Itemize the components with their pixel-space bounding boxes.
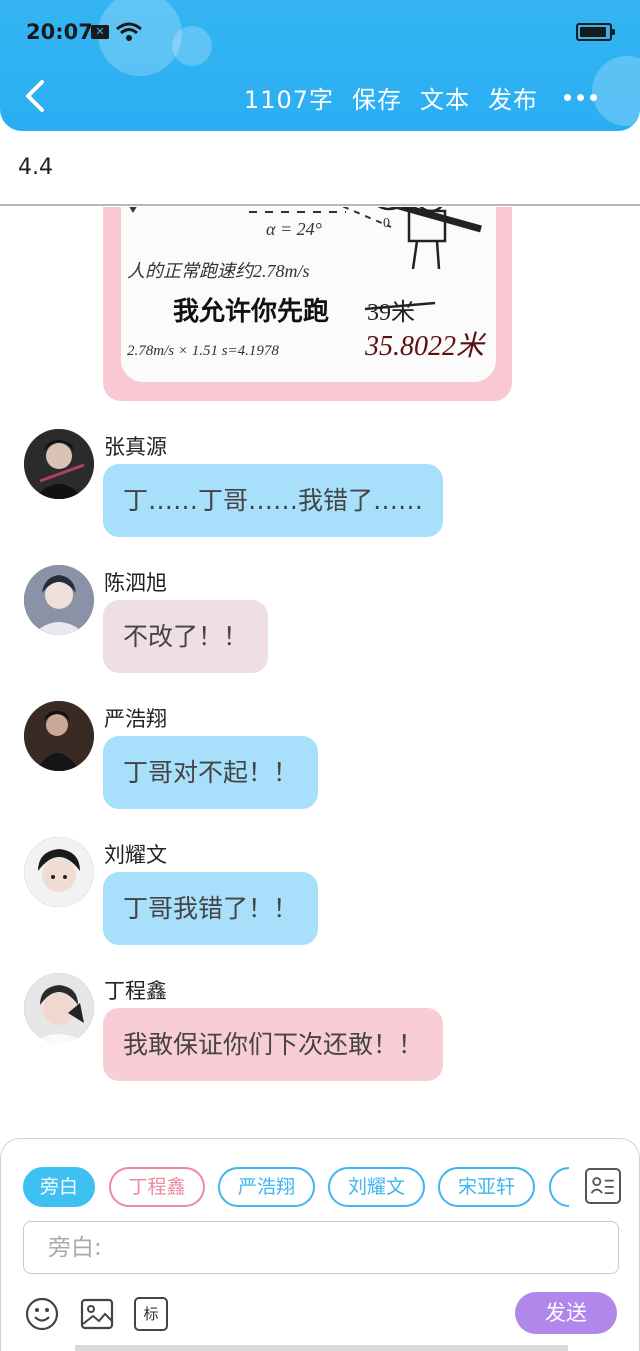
calc-note: 2.78m/s × 1.51 s=4.1978 [127, 343, 279, 359]
compose-panel: 旁白 丁程鑫 严浩翔 刘耀文 宋亚轩 张 标 发送 [0, 1138, 640, 1351]
role-chip[interactable]: 宋亚轩 [438, 1167, 535, 1207]
speed-note: 人的正常跑速约2.78m/s [127, 261, 310, 281]
sender-name: 张真源 [104, 435, 167, 459]
sender-name: 严浩翔 [104, 707, 167, 731]
status-time: 20:07 [26, 20, 93, 44]
toolbar: 1107字 保存 文本 发布 [244, 80, 538, 115]
role-chip[interactable]: 刘耀文 [328, 1167, 425, 1207]
stick-figure-drawing: mg α = 24° 0 人的正常跑速约2.78m/s 我允许你先跑 39米 [127, 207, 487, 362]
message-bubble[interactable]: 我敢保证你们下次还敢！！ [103, 1008, 444, 1081]
message-bubble[interactable]: 不改了！！ [103, 600, 269, 673]
emoji-icon[interactable] [25, 1297, 59, 1331]
more-icon[interactable] [562, 94, 598, 102]
role-chip-narration[interactable]: 旁白 [23, 1167, 95, 1207]
role-chip[interactable]: 丁程鑫 [109, 1167, 205, 1207]
story-title-row[interactable]: 4.4 [0, 131, 640, 206]
text-button[interactable]: 文本 [420, 80, 470, 115]
send-button[interactable]: 发送 [515, 1292, 617, 1334]
role-selector: 旁白 丁程鑫 严浩翔 刘耀文 宋亚轩 张 [23, 1167, 569, 1207]
message-input-box [23, 1221, 619, 1274]
sticker-image: mg α = 24° 0 人的正常跑速约2.78m/s 我允许你先跑 39米 [121, 207, 496, 382]
sticker-image-message[interactable]: mg α = 24° 0 人的正常跑速约2.78m/s 我允许你先跑 39米 [103, 207, 512, 401]
role-chip[interactable]: 严浩翔 [218, 1167, 315, 1207]
mark-tag-icon[interactable]: 标 [134, 1297, 168, 1331]
sender-name: 刘耀文 [104, 843, 167, 867]
message-bubble[interactable]: 丁……丁哥……我错了…… [103, 464, 444, 537]
avatar[interactable] [24, 565, 94, 635]
avatar[interactable] [24, 701, 94, 771]
avatar[interactable] [24, 429, 94, 499]
app-header: 20:07 ✕ 1107字 保存 文本 发布 [0, 0, 640, 131]
publish-button[interactable]: 发布 [488, 80, 538, 115]
message-bubble[interactable]: 丁哥对不起！！ [103, 736, 319, 809]
result-distance: 35.8022米 [364, 331, 487, 362]
word-count: 1107字 [243, 86, 334, 114]
message-input[interactable] [24, 1222, 618, 1273]
back-arrow-icon[interactable] [18, 76, 54, 116]
message-bubble[interactable]: 丁哥我错了！！ [103, 872, 319, 945]
status-bar: 20:07 ✕ [0, 0, 640, 62]
save-button[interactable]: 保存 [352, 80, 402, 115]
battery-icon [576, 23, 615, 41]
role-chip[interactable]: 张 [549, 1167, 569, 1207]
avatar[interactable] [24, 837, 94, 907]
decor-circle [592, 56, 640, 126]
svg-text:0: 0 [383, 216, 390, 231]
story-title: 4.4 [18, 155, 53, 180]
image-icon[interactable] [80, 1297, 114, 1331]
sticker-caption: 我允许你先跑 [173, 296, 329, 327]
keyboard-handle [75, 1345, 568, 1351]
sender-name: 陈泗旭 [104, 571, 167, 595]
chat-area[interactable]: mg α = 24° 0 人的正常跑速约2.78m/s 我允许你先跑 39米 [0, 207, 640, 1137]
angle-label: α = 24° [266, 219, 322, 239]
sender-name: 丁程鑫 [104, 979, 167, 1003]
avatar[interactable] [24, 973, 94, 1043]
contact-card-icon[interactable] [585, 1168, 621, 1204]
sim-icon: ✕ [91, 25, 109, 39]
struck-distance: 39米 [367, 299, 415, 326]
wifi-icon [116, 22, 142, 41]
